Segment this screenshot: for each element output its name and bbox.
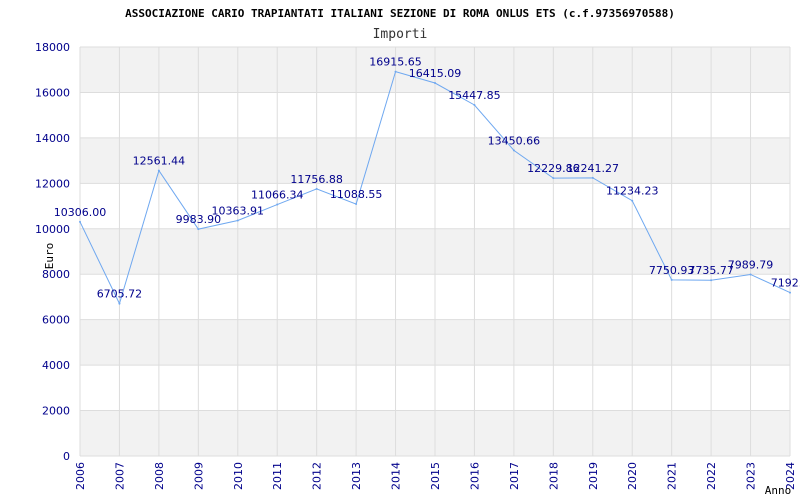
x-tick-label: 2011 xyxy=(271,462,284,490)
data-label: 7989.79 xyxy=(728,258,774,271)
x-tick-label: 2022 xyxy=(705,462,718,490)
data-point xyxy=(591,176,594,179)
data-point xyxy=(118,302,121,305)
data-label: 7192.3 xyxy=(771,277,800,290)
y-tick-label: 14000 xyxy=(35,132,70,145)
x-axis-label: Anno xyxy=(765,484,792,497)
data-point xyxy=(355,203,358,206)
x-axis-ticks: 2006 2007 2008 2009 2010 2011 2012 2013 2014 2015… xyxy=(74,462,797,490)
x-tick-label: 2014 xyxy=(390,462,403,490)
y-tick-label: 2000 xyxy=(42,405,70,418)
data-label: 16415.09 xyxy=(409,67,462,80)
data-label: 12561.44 xyxy=(133,155,186,168)
x-tick-label: 2021 xyxy=(666,462,679,490)
data-label: 12241.27 xyxy=(567,162,620,175)
data-label: 13450.66 xyxy=(488,134,541,147)
x-tick-label: 2018 xyxy=(547,462,560,490)
data-point xyxy=(434,82,436,85)
data-point xyxy=(236,219,239,222)
x-tick-label: 2016 xyxy=(468,462,481,490)
x-tick-label: 2020 xyxy=(626,462,639,490)
x-tick-label: 2008 xyxy=(153,462,166,490)
y-tick-label: 6000 xyxy=(42,314,70,327)
data-point xyxy=(197,228,200,231)
data-label: 11756.88 xyxy=(290,173,343,186)
data-label: 10363.91 xyxy=(212,205,265,218)
data-label: 10306.00 xyxy=(54,206,107,219)
data-point xyxy=(670,278,673,281)
data-point xyxy=(710,279,713,282)
chart-subtitle: Importi xyxy=(373,27,428,42)
x-tick-label: 2015 xyxy=(429,462,442,490)
x-tick-label: 2019 xyxy=(587,462,600,490)
x-tick-label: 2009 xyxy=(192,462,205,490)
data-label: 15447.85 xyxy=(448,89,501,102)
x-tick-label: 2010 xyxy=(232,462,245,490)
x-tick-label: 2023 xyxy=(745,462,758,490)
x-tick-label: 2006 xyxy=(74,462,87,490)
x-tick-label: 2007 xyxy=(113,462,126,490)
data-point xyxy=(315,187,318,190)
y-tick-label: 16000 xyxy=(35,86,70,99)
data-point xyxy=(631,199,634,202)
chart-title: ASSOCIAZIONE CARIO TRAPIANTATI ITALIANI … xyxy=(125,7,675,20)
data-point xyxy=(394,70,397,73)
data-point xyxy=(79,220,81,223)
y-axis-label: Euro xyxy=(43,243,56,270)
x-tick-label: 2017 xyxy=(508,462,521,490)
y-tick-label: 18000 xyxy=(35,41,70,54)
y-tick-label: 4000 xyxy=(42,359,70,372)
x-tick-label: 2012 xyxy=(311,462,324,490)
data-label: 11234.23 xyxy=(606,185,659,198)
data-label: 11066.34 xyxy=(251,189,304,202)
data-point xyxy=(789,291,791,294)
data-point xyxy=(473,103,476,106)
y-tick-label: 10000 xyxy=(35,223,70,236)
data-point xyxy=(157,169,160,172)
y-tick-label: 12000 xyxy=(35,177,70,190)
y-tick-label: 0 xyxy=(63,450,70,463)
data-label: 11088.55 xyxy=(330,188,383,201)
data-point xyxy=(276,203,279,206)
line-chart: ASSOCIAZIONE CARIO TRAPIANTATI ITALIANI … xyxy=(35,7,800,497)
data-point xyxy=(552,177,555,180)
data-point xyxy=(749,273,752,276)
data-point xyxy=(512,149,515,152)
data-label: 6705.72 xyxy=(97,288,143,301)
x-tick-label: 2013 xyxy=(350,462,363,490)
